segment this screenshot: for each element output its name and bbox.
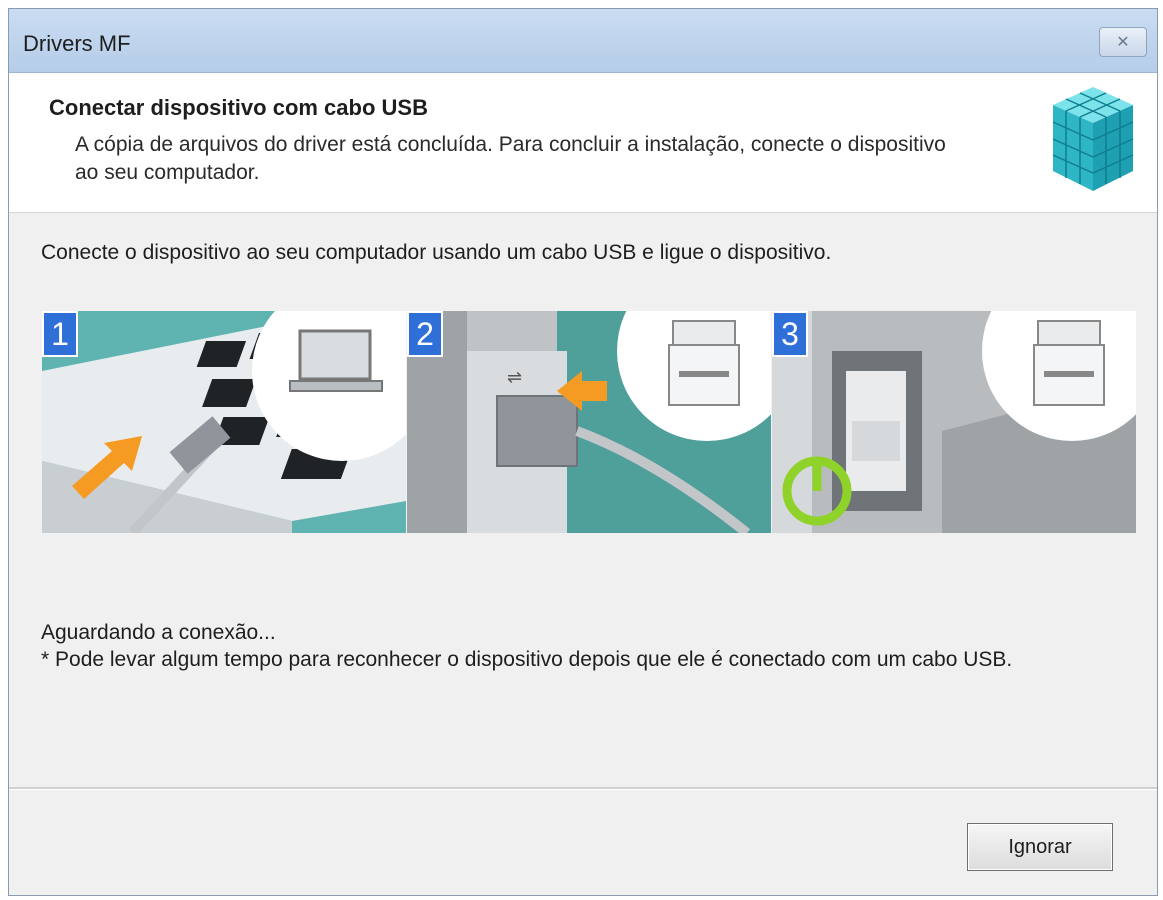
- step-2-panel: 2 ⇌: [407, 311, 771, 533]
- instruction-text: Conecte o dispositivo ao seu computador …: [41, 241, 832, 264]
- window-title: Drivers MF: [23, 31, 131, 56]
- printer-usb-port-icon: ⇌: [407, 311, 771, 533]
- note-text: * Pode levar algum tempo para reconhecer…: [41, 648, 1013, 671]
- ignore-button[interactable]: Ignorar: [967, 823, 1113, 871]
- step-2-number: 2: [407, 311, 443, 357]
- page-title: Conectar dispositivo com cabo USB: [49, 95, 428, 120]
- waiting-text: Aguardando a conexão...: [41, 621, 276, 644]
- product-cube-icon: [1052, 87, 1134, 191]
- steps-illustration: 1 2 ⇌ 3: [42, 311, 1136, 533]
- laptop-usb-icon: [42, 311, 406, 533]
- svg-text:⇌: ⇌: [507, 367, 522, 388]
- step-1-panel: 1: [42, 311, 406, 533]
- title-bar[interactable]: Drivers MF ✕: [9, 9, 1157, 73]
- step-3-number: 3: [772, 311, 808, 357]
- close-button[interactable]: ✕: [1099, 27, 1147, 57]
- close-icon: ✕: [1116, 34, 1130, 51]
- power-switch-icon: [772, 311, 1136, 533]
- divider: [9, 787, 1157, 790]
- header-panel: Conectar dispositivo com cabo USB A cópi…: [9, 73, 1157, 213]
- step-3-panel: 3: [772, 311, 1136, 533]
- installer-window: Drivers MF ✕ Conectar dispositivo com ca…: [8, 8, 1158, 896]
- step-1-number: 1: [42, 311, 78, 357]
- status-area: Aguardando a conexão... * Pode levar alg…: [41, 619, 1131, 673]
- page-description: A cópia de arquivos do driver está concl…: [75, 133, 946, 184]
